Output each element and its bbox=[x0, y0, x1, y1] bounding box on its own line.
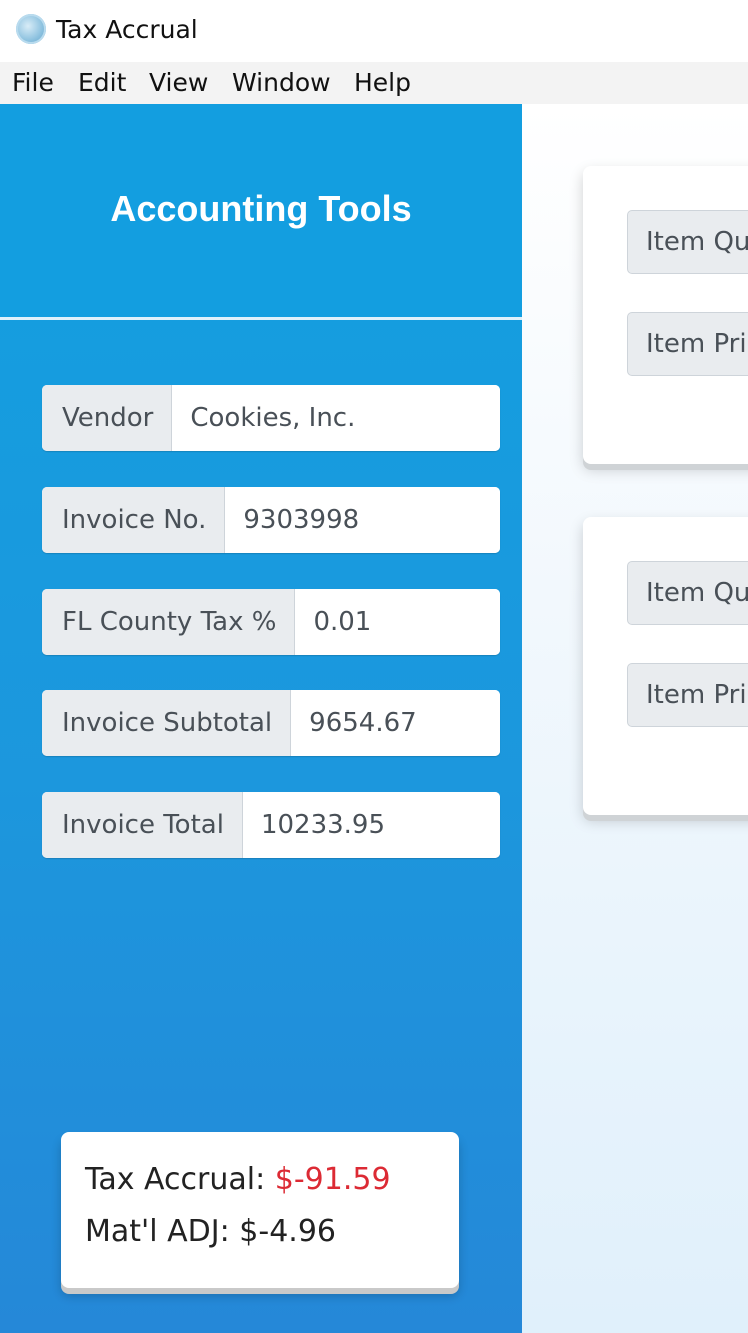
item-card: Item Qu Item Pri bbox=[583, 517, 748, 815]
menu-view[interactable]: View bbox=[149, 66, 208, 100]
item-price-label: Item Pri bbox=[627, 663, 748, 727]
item-quantity-label: Item Qu bbox=[627, 561, 748, 625]
invoice-subtotal-input[interactable] bbox=[291, 690, 500, 756]
invoice-total-input[interactable] bbox=[242, 792, 500, 858]
results-card: Tax Accrual: $-91.59 Mat'l ADJ: $-4.96 bbox=[61, 1132, 459, 1288]
county-tax-field-group: FL County Tax % bbox=[42, 589, 500, 655]
menu-edit[interactable]: Edit bbox=[78, 66, 126, 100]
matl-adj-result: Mat'l ADJ: $-4.96 bbox=[85, 1214, 336, 1249]
main-content: Item Qu Item Pri Item Qu Item Pri bbox=[522, 104, 748, 1333]
matl-adj-label: Mat'l ADJ: bbox=[85, 1214, 230, 1249]
tax-accrual-result: Tax Accrual: $-91.59 bbox=[85, 1162, 391, 1197]
menu-help[interactable]: Help bbox=[354, 66, 411, 100]
title-bar: Tax Accrual bbox=[0, 0, 748, 62]
invoice-number-field-group: Invoice No. bbox=[42, 487, 500, 553]
vendor-label: Vendor bbox=[42, 385, 173, 451]
menu-file[interactable]: File bbox=[12, 66, 54, 100]
sidebar-header: Accounting Tools bbox=[0, 104, 522, 318]
menu-window[interactable]: Window bbox=[232, 66, 331, 100]
matl-adj-value: $-4.96 bbox=[239, 1214, 336, 1249]
window-title: Tax Accrual bbox=[56, 15, 198, 44]
item-price-label: Item Pri bbox=[627, 312, 748, 376]
tax-accrual-value: $-91.59 bbox=[274, 1162, 391, 1197]
app-globe-icon bbox=[16, 14, 46, 44]
tax-accrual-label: Tax Accrual: bbox=[85, 1162, 266, 1197]
vendor-field-group: Vendor bbox=[42, 385, 500, 451]
invoice-total-label: Invoice Total bbox=[42, 792, 243, 858]
menu-bar: File Edit View Window Help bbox=[0, 62, 748, 104]
invoice-number-input[interactable] bbox=[225, 487, 500, 553]
vendor-input[interactable] bbox=[172, 385, 500, 451]
sidebar-divider bbox=[0, 317, 522, 320]
sidebar-title: Accounting Tools bbox=[110, 188, 412, 229]
invoice-total-field-group: Invoice Total bbox=[42, 792, 500, 858]
county-tax-label: FL County Tax % bbox=[42, 589, 296, 655]
county-tax-input[interactable] bbox=[295, 589, 500, 655]
item-card: Item Qu Item Pri bbox=[583, 166, 748, 464]
invoice-number-label: Invoice No. bbox=[42, 487, 226, 553]
invoice-subtotal-label: Invoice Subtotal bbox=[42, 690, 292, 756]
invoice-subtotal-field-group: Invoice Subtotal bbox=[42, 690, 500, 756]
item-quantity-label: Item Qu bbox=[627, 210, 748, 274]
